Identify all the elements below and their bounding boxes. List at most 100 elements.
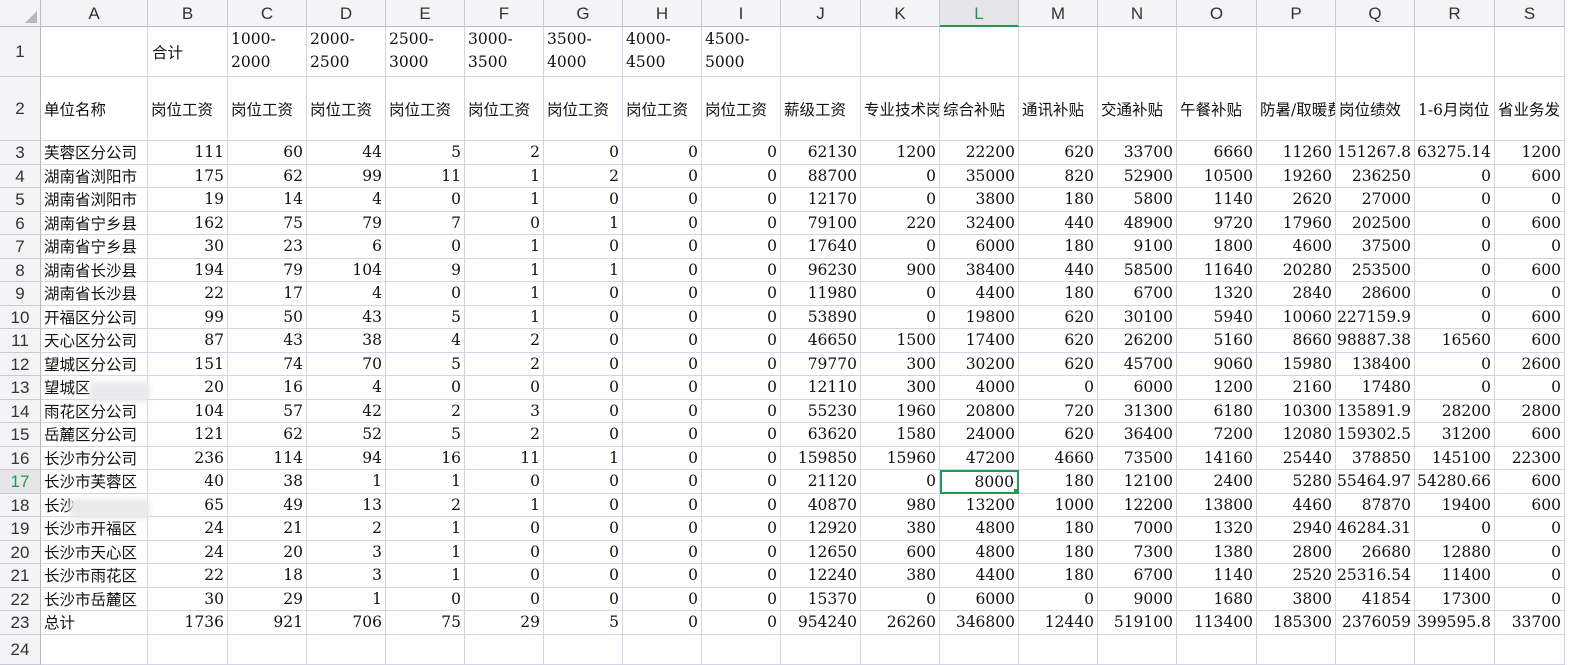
cell-e9[interactable]: 0 xyxy=(386,282,465,306)
cell-s15[interactable]: 600 xyxy=(1495,423,1565,447)
cell-o4[interactable]: 10500 xyxy=(1177,164,1257,188)
row-header-21[interactable]: 21 xyxy=(0,564,41,588)
header1-cell-c[interactable]: 1000-2000 xyxy=(228,27,307,77)
cell-o23[interactable]: 113400 xyxy=(1177,611,1257,635)
cell-c21[interactable]: 18 xyxy=(228,564,307,588)
cell-n7[interactable]: 9100 xyxy=(1098,235,1177,259)
cell-i20[interactable]: 0 xyxy=(702,540,781,564)
cell-q15[interactable]: 159302.5 xyxy=(1336,423,1415,447)
cell-m19[interactable]: 180 xyxy=(1019,517,1098,541)
cell-g19[interactable]: 0 xyxy=(544,517,623,541)
cell-c19[interactable]: 21 xyxy=(228,517,307,541)
cell-d5[interactable]: 4 xyxy=(307,188,386,212)
cell-a23[interactable]: 总计 xyxy=(41,611,148,635)
cell-g24[interactable] xyxy=(544,634,623,665)
cell-m17[interactable]: 180 xyxy=(1019,470,1098,494)
cell-p6[interactable]: 17960 xyxy=(1257,211,1336,235)
cell-c14[interactable]: 57 xyxy=(228,399,307,423)
cell-i9[interactable]: 0 xyxy=(702,282,781,306)
cell-h17[interactable]: 0 xyxy=(623,470,702,494)
cell-j8[interactable]: 96230 xyxy=(781,258,861,282)
header1-cell-j[interactable] xyxy=(781,27,861,77)
cell-o12[interactable]: 9060 xyxy=(1177,352,1257,376)
cell-e24[interactable] xyxy=(386,634,465,665)
cell-a22[interactable]: 长沙市岳麓区 xyxy=(41,587,148,611)
cell-c7[interactable]: 23 xyxy=(228,235,307,259)
cell-n11[interactable]: 26200 xyxy=(1098,329,1177,353)
cell-s10[interactable]: 600 xyxy=(1495,305,1565,329)
cell-r15[interactable]: 31200 xyxy=(1415,423,1495,447)
cell-e19[interactable]: 1 xyxy=(386,517,465,541)
cell-j22[interactable]: 15370 xyxy=(781,587,861,611)
cell-h6[interactable]: 0 xyxy=(623,211,702,235)
cell-n23[interactable]: 519100 xyxy=(1098,611,1177,635)
cell-l11[interactable]: 17400 xyxy=(940,329,1019,353)
cell-f22[interactable]: 0 xyxy=(465,587,544,611)
header1-cell-p[interactable] xyxy=(1257,27,1336,77)
cell-o10[interactable]: 5940 xyxy=(1177,305,1257,329)
cell-n10[interactable]: 30100 xyxy=(1098,305,1177,329)
cell-k21[interactable]: 380 xyxy=(861,564,940,588)
cell-k18[interactable]: 980 xyxy=(861,493,940,517)
cell-b21[interactable]: 22 xyxy=(148,564,228,588)
cell-q22[interactable]: 41854 xyxy=(1336,587,1415,611)
column-header-m[interactable]: M xyxy=(1019,0,1098,27)
column-header-s[interactable]: S xyxy=(1495,0,1565,27)
cell-e18[interactable]: 2 xyxy=(386,493,465,517)
cell-c22[interactable]: 29 xyxy=(228,587,307,611)
header1-cell-o[interactable] xyxy=(1177,27,1257,77)
column-header-d[interactable]: D xyxy=(307,0,386,27)
cell-p7[interactable]: 4600 xyxy=(1257,235,1336,259)
cell-j24[interactable] xyxy=(781,634,861,665)
cell-b10[interactable]: 99 xyxy=(148,305,228,329)
cell-r5[interactable]: 0 xyxy=(1415,188,1495,212)
cell-d20[interactable]: 3 xyxy=(307,540,386,564)
cell-n5[interactable]: 5800 xyxy=(1098,188,1177,212)
cell-b14[interactable]: 104 xyxy=(148,399,228,423)
cell-b12[interactable]: 151 xyxy=(148,352,228,376)
row-header-10[interactable]: 10 xyxy=(0,305,41,329)
cell-r24[interactable] xyxy=(1415,634,1495,665)
cell-f16[interactable]: 11 xyxy=(465,446,544,470)
cell-e11[interactable]: 4 xyxy=(386,329,465,353)
cell-k14[interactable]: 1960 xyxy=(861,399,940,423)
cell-f24[interactable] xyxy=(465,634,544,665)
cell-n8[interactable]: 58500 xyxy=(1098,258,1177,282)
cell-n14[interactable]: 31300 xyxy=(1098,399,1177,423)
header2-cell-n[interactable]: 交通补贴 xyxy=(1098,77,1177,141)
cell-c10[interactable]: 50 xyxy=(228,305,307,329)
cell-r12[interactable]: 0 xyxy=(1415,352,1495,376)
cell-f21[interactable]: 0 xyxy=(465,564,544,588)
cell-f3[interactable]: 2 xyxy=(465,141,544,165)
cell-l16[interactable]: 47200 xyxy=(940,446,1019,470)
cell-l6[interactable]: 32400 xyxy=(940,211,1019,235)
cell-b22[interactable]: 30 xyxy=(148,587,228,611)
cell-i4[interactable]: 0 xyxy=(702,164,781,188)
cell-e12[interactable]: 5 xyxy=(386,352,465,376)
cell-g21[interactable]: 0 xyxy=(544,564,623,588)
cell-p19[interactable]: 2940 xyxy=(1257,517,1336,541)
cell-d12[interactable]: 70 xyxy=(307,352,386,376)
row-header-15[interactable]: 15 xyxy=(0,423,41,447)
cell-p10[interactable]: 10060 xyxy=(1257,305,1336,329)
cell-d15[interactable]: 52 xyxy=(307,423,386,447)
cell-d8[interactable]: 104 xyxy=(307,258,386,282)
cell-p15[interactable]: 12080 xyxy=(1257,423,1336,447)
cell-a19[interactable]: 长沙市开福区 xyxy=(41,517,148,541)
cell-h15[interactable]: 0 xyxy=(623,423,702,447)
cell-k23[interactable]: 26260 xyxy=(861,611,940,635)
cell-c3[interactable]: 60 xyxy=(228,141,307,165)
cell-q12[interactable]: 138400 xyxy=(1336,352,1415,376)
cell-j7[interactable]: 17640 xyxy=(781,235,861,259)
cell-n24[interactable] xyxy=(1098,634,1177,665)
cell-d17[interactable]: 1 xyxy=(307,470,386,494)
cell-a6[interactable]: 湖南省宁乡县 xyxy=(41,211,148,235)
cell-k7[interactable]: 0 xyxy=(861,235,940,259)
cell-g4[interactable]: 2 xyxy=(544,164,623,188)
cell-a16[interactable]: 长沙市分公司 xyxy=(41,446,148,470)
cell-j11[interactable]: 46650 xyxy=(781,329,861,353)
cell-i22[interactable]: 0 xyxy=(702,587,781,611)
cell-b13[interactable]: 20 xyxy=(148,376,228,400)
cell-i14[interactable]: 0 xyxy=(702,399,781,423)
column-header-o[interactable]: O xyxy=(1177,0,1257,27)
